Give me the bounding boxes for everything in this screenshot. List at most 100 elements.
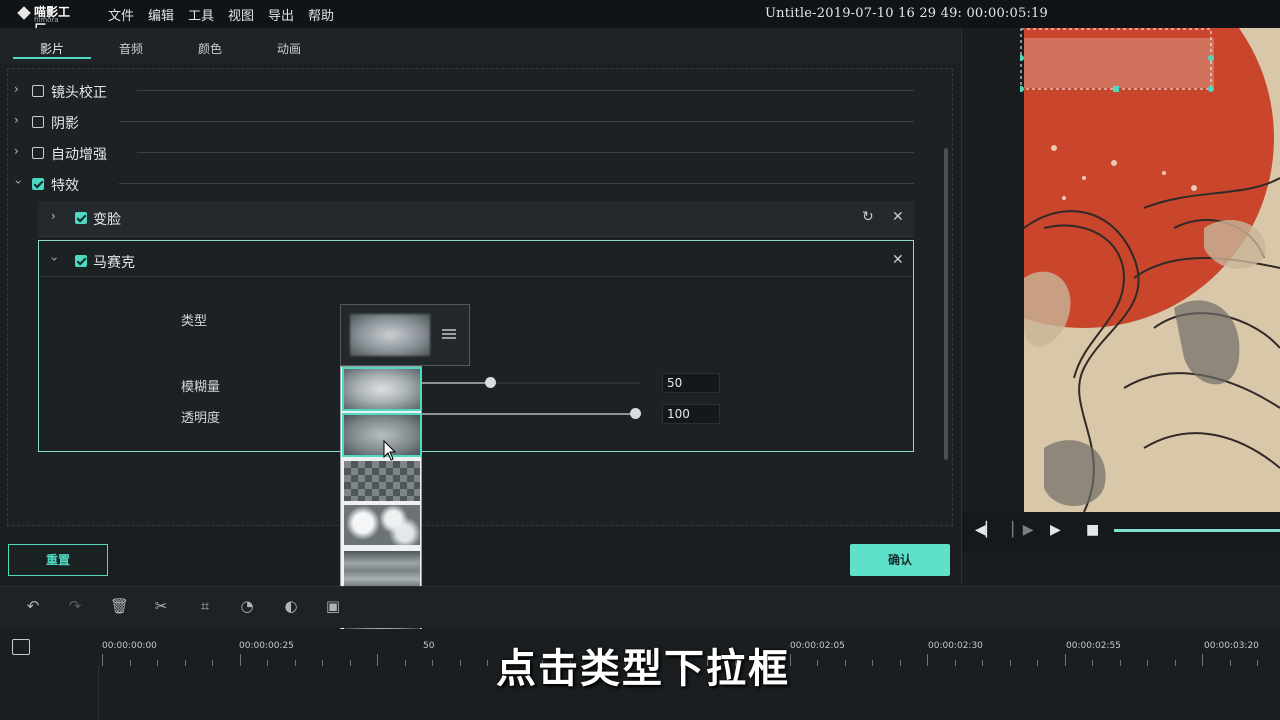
ruler-tick [185, 660, 186, 666]
tab-color[interactable]: 颜色 [198, 40, 222, 57]
close-icon[interactable]: ✕ [892, 252, 904, 268]
effects-checkbox[interactable] [32, 178, 44, 190]
reset-button[interactable]: 重置 [8, 544, 108, 576]
divider [137, 152, 914, 153]
ruler-tick [1147, 660, 1148, 666]
ruler-tick [982, 660, 983, 666]
mosaic-type-option-bokeh[interactable] [344, 505, 420, 545]
ruler-tick [927, 654, 928, 666]
ruler-tick [322, 660, 323, 666]
speed-icon[interactable]: ◔ [238, 597, 256, 615]
tab-video[interactable]: 影片 [40, 40, 64, 57]
list-icon [442, 329, 456, 341]
lens-checkbox[interactable] [32, 85, 44, 97]
color-icon[interactable]: ◐ [282, 597, 300, 615]
crop-icon[interactable]: ⌗ [196, 597, 214, 615]
mosaic-type-option-pixel[interactable] [344, 461, 420, 501]
stop-icon[interactable]: ■ [1086, 522, 1099, 538]
ruler-tick [1037, 660, 1038, 666]
tab-audio[interactable]: 音频 [119, 40, 143, 57]
section-label: 特效 [51, 178, 79, 194]
add-track-icon[interactable] [12, 639, 30, 655]
menu-tools[interactable]: 工具 [188, 5, 214, 24]
mosaic-type-option-horizontal[interactable] [344, 551, 420, 591]
menu-edit[interactable]: 编辑 [148, 5, 174, 24]
ruler-tick [817, 660, 818, 666]
section-effects[interactable]: › 特效 [11, 173, 914, 197]
chevron-down-icon[interactable]: › [11, 180, 25, 185]
blur-amount-label: 模糊量 [181, 380, 221, 395]
logo-mark-icon [17, 6, 31, 20]
mosaic-type-option-soft[interactable] [342, 413, 422, 457]
ruler-tick [487, 660, 488, 666]
screen-icon[interactable]: ▣ [324, 597, 342, 615]
chevron-right-icon[interactable]: › [14, 113, 19, 127]
ruler-tick [102, 654, 103, 666]
ruler-tick [460, 660, 461, 666]
ruler-tick [267, 660, 268, 666]
cut-icon[interactable]: ✂ [152, 597, 170, 615]
blur-amount-input[interactable]: 50 [662, 373, 720, 393]
ruler-tick [240, 654, 241, 666]
type-dropdown[interactable] [340, 304, 470, 366]
ruler-tick [212, 660, 213, 666]
divider [40, 276, 912, 277]
chevron-right-icon[interactable]: › [51, 209, 56, 223]
playback-progress[interactable] [1114, 529, 1280, 532]
ruler-tick [872, 660, 873, 666]
chevron-right-icon[interactable]: › [14, 144, 19, 158]
ruler-tick [790, 654, 791, 666]
section-shadow[interactable]: › 阴影 [14, 111, 914, 135]
chevron-right-icon[interactable]: › [14, 82, 19, 96]
mosaic-type-option-blur[interactable] [342, 367, 422, 411]
subtitle-caption: 点击类型下拉框 [496, 646, 790, 692]
ruler-tick [1257, 660, 1258, 666]
opacity-slider-fill [422, 413, 636, 415]
section-auto-enhance[interactable]: › 自动增强 [14, 142, 914, 166]
next-frame-icon[interactable]: ▏▶ [1012, 522, 1034, 538]
timeline-toolbar [0, 586, 1280, 628]
auto-enhance-checkbox[interactable] [32, 147, 44, 159]
prev-frame-icon[interactable]: ◀▏ [975, 522, 997, 538]
blur-slider-handle[interactable] [485, 377, 496, 388]
section-lens-correction[interactable]: › 镜头校正 [14, 80, 914, 104]
tick-label: 00:00:03:20 [1204, 641, 1259, 651]
ruler-tick [295, 660, 296, 666]
menu-help[interactable]: 帮助 [308, 5, 334, 24]
tab-animation[interactable]: 动画 [277, 40, 301, 57]
ruler-tick [350, 660, 351, 666]
blur-slider-fill [422, 382, 490, 384]
ruler-tick [1065, 654, 1066, 666]
play-icon[interactable]: ▶ [1050, 522, 1061, 538]
ruler-tick [845, 660, 846, 666]
undo-icon[interactable]: ↶ [24, 597, 42, 615]
effect-face-off-row[interactable] [38, 201, 914, 237]
tick-label: 00:00:00:00 [102, 641, 157, 651]
opacity-slider-handle[interactable] [630, 408, 641, 419]
divider [137, 90, 914, 91]
mosaic-checkbox[interactable] [75, 255, 87, 267]
track-header-divider [98, 666, 99, 720]
selection-box[interactable] [1020, 28, 1216, 92]
reset-icon[interactable]: ↻ [862, 209, 874, 225]
delete-icon[interactable]: 🗑 [110, 597, 129, 615]
close-icon[interactable]: ✕ [892, 209, 904, 225]
chevron-down-icon[interactable]: › [47, 257, 61, 262]
divider [119, 183, 914, 184]
menu-file[interactable]: 文件 [108, 5, 134, 24]
panel-scrollbar[interactable] [944, 148, 948, 460]
shadow-checkbox[interactable] [32, 116, 44, 128]
opacity-label: 透明度 [181, 411, 221, 426]
ruler-tick [157, 660, 158, 666]
ruler-tick [1202, 654, 1203, 666]
menu-export[interactable]: 导出 [268, 5, 294, 24]
face-off-checkbox[interactable] [75, 212, 87, 224]
mosaic-label: 马赛克 [93, 255, 135, 271]
menu-view[interactable]: 视图 [228, 5, 254, 24]
type-label: 类型 [181, 314, 208, 329]
tick-label: 50 [423, 641, 435, 651]
redo-icon[interactable]: ↷ [66, 597, 84, 615]
opacity-input[interactable]: 100 [662, 404, 720, 424]
divider [119, 121, 914, 122]
ok-button[interactable]: 确认 [850, 544, 950, 576]
